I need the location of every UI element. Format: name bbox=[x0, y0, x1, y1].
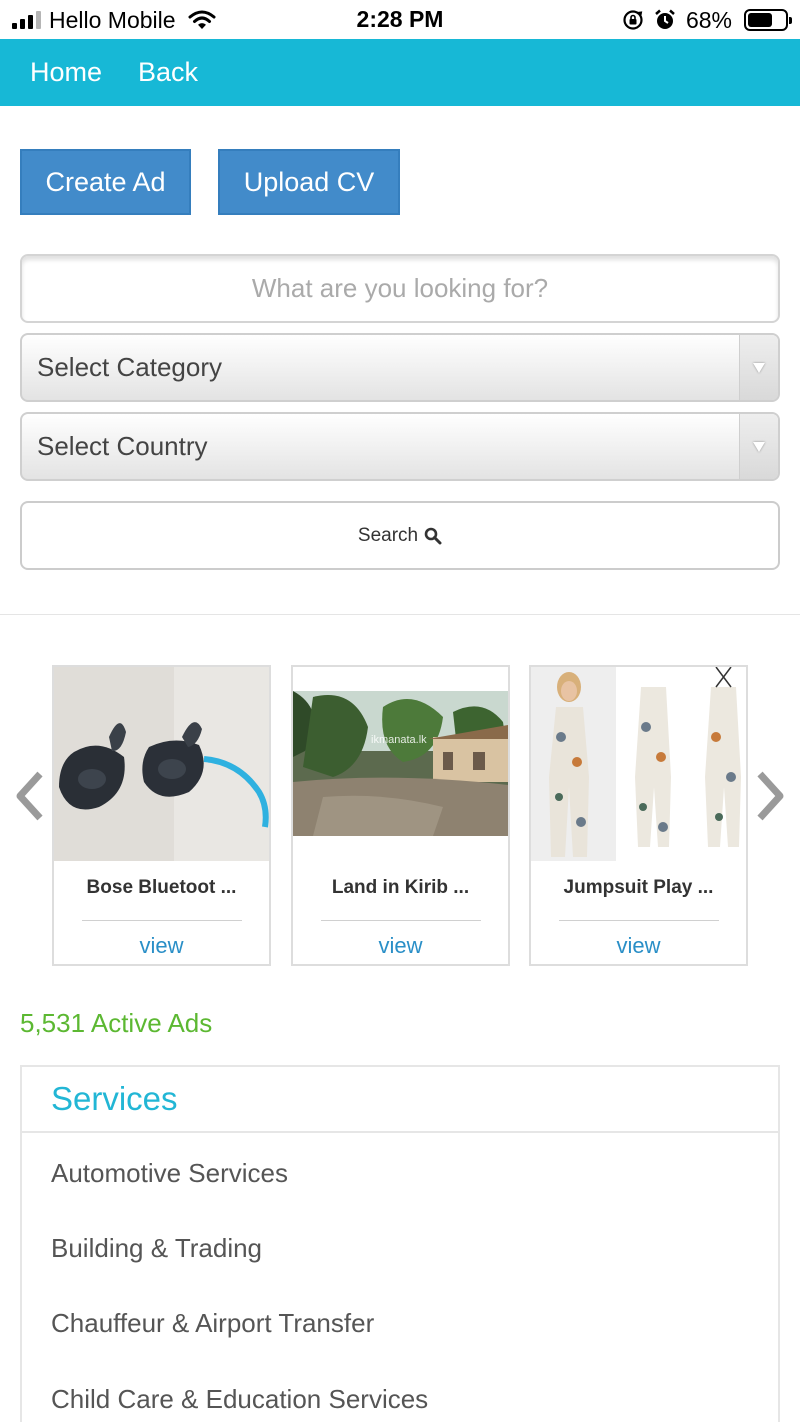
ad-card[interactable]: ikmanata.lk Land in Kirib ... view bbox=[291, 665, 510, 966]
ad-image-land: ikmanata.lk bbox=[293, 667, 508, 861]
ad-card[interactable]: Bose Bluetoot ... view bbox=[52, 665, 271, 966]
ad-view-link[interactable]: view bbox=[293, 933, 508, 959]
active-ads-count: 5,531 Active Ads bbox=[20, 1008, 213, 1038]
create-ad-button[interactable]: Create Ad bbox=[20, 149, 191, 215]
ad-card-title: Jumpsuit Play ... bbox=[563, 877, 714, 898]
alarm-icon bbox=[655, 9, 675, 29]
search-icon bbox=[424, 527, 442, 544]
wifi-icon bbox=[188, 10, 216, 29]
ad-card-title: Land in Kirib ... bbox=[331, 877, 470, 898]
section-divider bbox=[0, 614, 800, 615]
country-select-label: Select Country bbox=[37, 431, 208, 461]
nav-bar: Home Back bbox=[0, 39, 800, 106]
country-select[interactable]: Select Country bbox=[20, 412, 780, 481]
ad-card[interactable]: Jumpsuit Play ... view bbox=[529, 665, 748, 966]
home-link[interactable]: Home bbox=[30, 57, 102, 88]
battery-icon bbox=[744, 9, 792, 31]
signal-icon bbox=[12, 11, 41, 29]
category-select[interactable]: Select Category bbox=[20, 333, 780, 402]
chevron-down-icon bbox=[739, 414, 778, 479]
chevron-down-icon bbox=[739, 335, 778, 400]
card-divider bbox=[559, 920, 719, 921]
carousel-next-icon[interactable] bbox=[754, 770, 788, 822]
services-heading: Services bbox=[22, 1067, 778, 1133]
services-panel: Services Automotive Services Building & … bbox=[20, 1065, 780, 1422]
service-item[interactable]: Child Care & Education Services bbox=[51, 1384, 428, 1415]
status-bar: Hello Mobile 2:28 PM 68% bbox=[0, 0, 800, 39]
carrier-label: Hello Mobile bbox=[49, 6, 176, 33]
ad-view-link[interactable]: view bbox=[531, 933, 746, 959]
service-item[interactable]: Automotive Services bbox=[51, 1158, 288, 1189]
upload-cv-button[interactable]: Upload CV bbox=[218, 149, 400, 215]
category-select-label: Select Category bbox=[37, 352, 222, 382]
ad-image-earbuds bbox=[54, 667, 269, 861]
card-divider bbox=[321, 920, 481, 921]
search-input[interactable] bbox=[20, 254, 780, 323]
ad-image-jumpsuit bbox=[531, 667, 746, 861]
ad-card-title: Bose Bluetoot ... bbox=[86, 877, 237, 898]
search-button-label: Search bbox=[357, 524, 419, 546]
search-button[interactable]: Search bbox=[20, 501, 780, 570]
rotation-lock-icon bbox=[623, 10, 643, 30]
back-link[interactable]: Back bbox=[138, 57, 198, 88]
service-item[interactable]: Chauffeur & Airport Transfer bbox=[51, 1308, 374, 1339]
card-divider bbox=[82, 920, 242, 921]
image-watermark: ikmanata.lk bbox=[371, 734, 427, 746]
service-item[interactable]: Building & Trading bbox=[51, 1233, 262, 1264]
ad-view-link[interactable]: view bbox=[54, 933, 269, 959]
carousel-prev-icon[interactable] bbox=[12, 770, 46, 822]
battery-percent: 68% bbox=[685, 6, 732, 33]
